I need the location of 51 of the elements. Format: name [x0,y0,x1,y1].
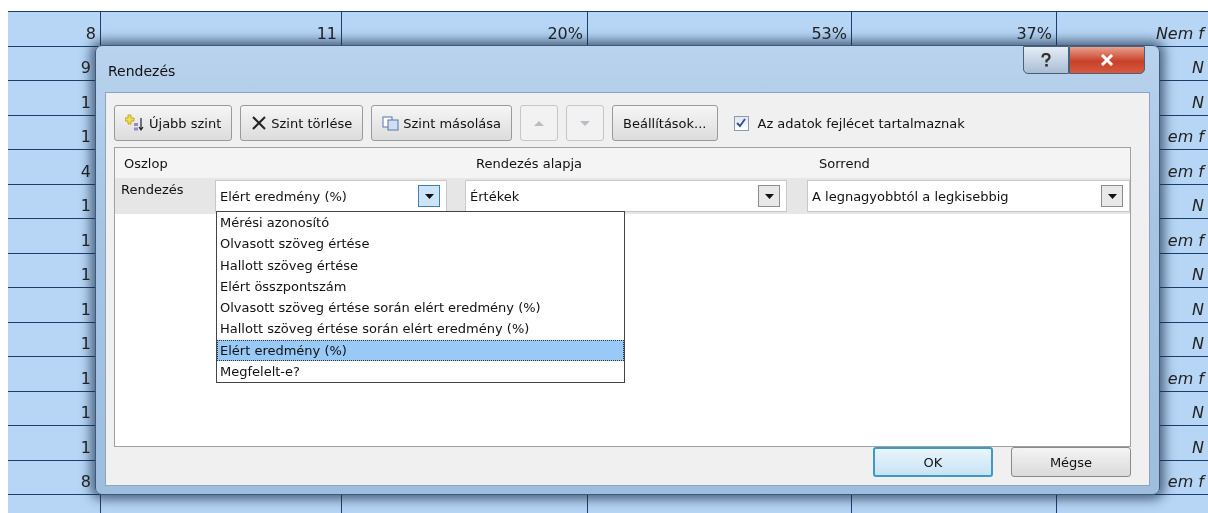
dropdown-option[interactable]: Mérési azonosító [217,212,624,234]
header-checkbox[interactable] [733,115,749,131]
delete-level-button[interactable]: Szint törlése [240,105,364,141]
add-level-icon [125,114,145,132]
caret-icon [764,193,774,199]
dropdown-arrow-button[interactable] [1101,185,1123,207]
table-cell-text: 9 [79,57,92,79]
copy-icon [382,115,400,131]
caret-icon [1107,193,1117,199]
column-header: Oszlop [123,154,169,173]
dropdown-option[interactable]: Hallott szöveg értése során elért eredmény (%) [217,318,624,340]
table-cell-text: 1 [79,264,92,286]
ok-button[interactable]: OK [873,447,993,477]
table-cell-text: 1 [79,126,92,148]
table-cell-text: 1 [79,229,92,252]
table-cell-text: 1 [79,195,92,217]
close-icon [1100,54,1114,66]
help-icon [1040,53,1052,67]
copy-level-button[interactable]: Szint másolása [371,105,513,141]
close-button[interactable] [1069,46,1145,74]
caret-icon [424,193,434,199]
cross-icon [251,115,268,131]
dropdown-option[interactable]: Elért eredmény (%) [217,339,624,362]
dropdown-option[interactable]: Elért összpontszám [217,275,624,298]
column-header: Rendezés alapja [475,154,584,173]
help-button[interactable] [1023,46,1069,74]
checkbox-label: Az adatok fejlécet tartalmaznak [757,115,965,131]
add-level-button[interactable]: Újabb szint [114,105,233,141]
dropdown-arrow-button[interactable] [418,185,440,207]
check-icon [736,118,746,128]
table-cell-text: 1 [79,91,92,114]
dropdown-arrow-button[interactable] [758,185,780,207]
dropdown-option[interactable]: Megfelelt-e? [217,361,624,383]
table-cell-text: 4 [79,160,92,183]
options-button[interactable]: Beállítások... [612,105,718,141]
table-cell-text: 1 [79,367,92,390]
row-label: Rendezés [121,182,184,197]
table-cell-text: 1 [79,402,92,424]
table-cell-text: 8 [84,22,97,45]
dropdown[interactable]: Értékek [465,180,787,212]
cancel-button[interactable]: Mégse [1011,447,1131,477]
dropdown-option[interactable]: Olvasott szöveg értése során elért eredmény (%) [217,297,624,319]
table-cell-text: 1 [79,298,92,321]
dropdown-option[interactable]: Olvasott szöveg értése [217,233,624,255]
dropdown-option[interactable]: Hallott szöveg értése [217,254,624,276]
table-cell-text: 8 [79,471,92,493]
dialog-title: Rendezés [108,63,176,79]
table-cell-text: 1 [79,436,92,459]
table-cell-text: 1 [79,333,92,355]
column-header: Sorrend [818,154,871,173]
dropdown[interactable]: A legnagyobbtól a legkisebbig [807,180,1130,212]
